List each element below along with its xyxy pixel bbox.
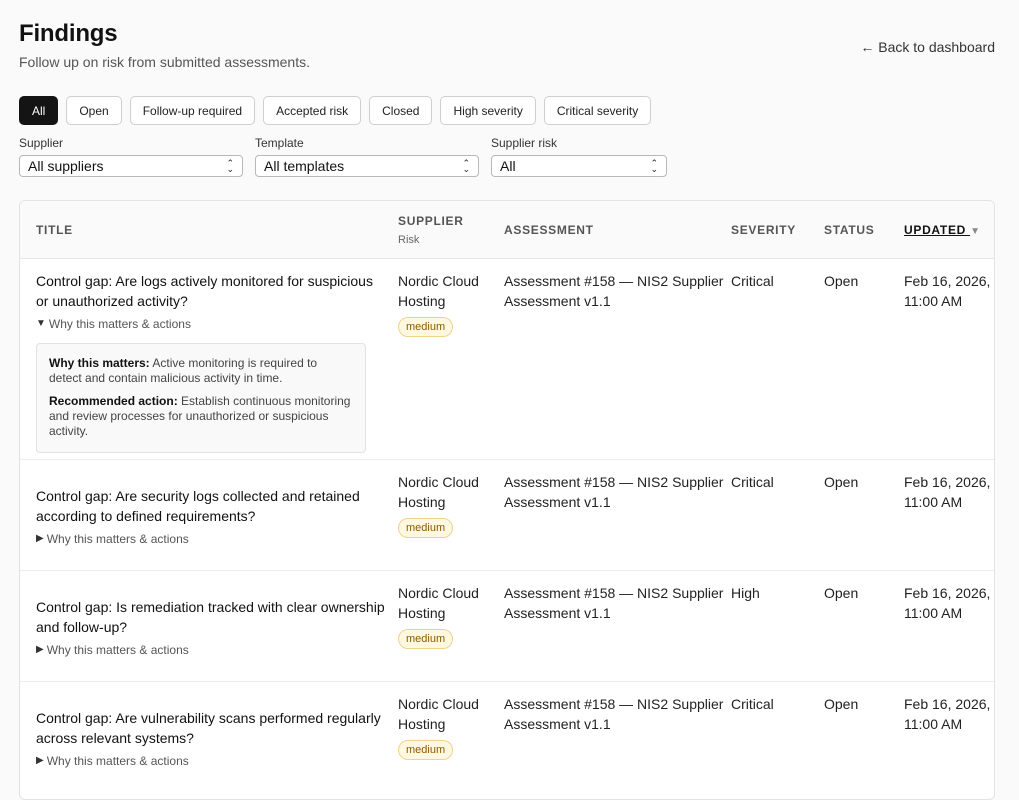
col-header-supplier: SUPPLIER Risk bbox=[398, 201, 504, 258]
why-matters-toggle-label: Why this matters & actions bbox=[46, 754, 189, 768]
severity-value: Critical bbox=[731, 474, 774, 490]
updated-value: Feb 16, 2026, 11:00 AM bbox=[904, 585, 991, 621]
select-arrows-icon: ⌃ ⌄ bbox=[226, 158, 234, 174]
assessment-link[interactable]: Assessment #158 — NIS2 Supplier Assessme… bbox=[504, 682, 731, 793]
status-value: Open bbox=[824, 273, 859, 289]
template-filter: Template All templates ⌃ ⌄ bbox=[255, 136, 479, 177]
table-row: Control gap: Are security logs collected… bbox=[20, 460, 994, 571]
col-header-updated[interactable]: UPDATED ▼ bbox=[904, 201, 994, 258]
filter-bar: Supplier All suppliers ⌃ ⌄ Template All t… bbox=[19, 136, 995, 177]
supplier-risk-filter-label: Supplier risk bbox=[491, 136, 558, 150]
back-to-dashboard-link[interactable]: ← Back to dashboard bbox=[860, 39, 995, 55]
triangle-down-icon: ▼ bbox=[36, 318, 46, 329]
why-matters-toggle-label: Why this matters & actions bbox=[46, 643, 189, 657]
risk-badge: medium bbox=[398, 518, 454, 538]
status-value: Open bbox=[824, 474, 859, 490]
chip-open[interactable]: Open bbox=[66, 96, 122, 125]
assessment-link[interactable]: Assessment #158 — NIS2 Supplier Assessme… bbox=[504, 259, 731, 459]
risk-badge: medium bbox=[398, 629, 454, 649]
page-subtitle: Follow up on risk from submitted assessm… bbox=[19, 54, 310, 70]
supplier-risk-select[interactable]: All ⌃ ⌄ bbox=[491, 155, 667, 177]
page-header: Findings Follow up on risk from submitte… bbox=[19, 0, 995, 96]
supplier-filter: Supplier All suppliers ⌃ ⌄ bbox=[19, 136, 243, 177]
supplier-name[interactable]: Nordic Cloud Hosting bbox=[398, 472, 504, 512]
chip-closed[interactable]: Closed bbox=[369, 96, 433, 125]
why-matters-toggle[interactable]: ▶ Why this matters & actions bbox=[36, 529, 189, 549]
select-arrows-icon: ⌃ ⌄ bbox=[462, 158, 470, 174]
chip-high-severity[interactable]: High severity bbox=[440, 96, 536, 125]
col-header-status: STATUS bbox=[824, 223, 875, 237]
template-select-value: All templates bbox=[264, 158, 345, 174]
triangle-right-icon: ▶ bbox=[36, 533, 44, 544]
select-arrows-icon: ⌃ ⌄ bbox=[650, 158, 658, 174]
supplier-name[interactable]: Nordic Cloud Hosting bbox=[398, 694, 504, 734]
chip-critical-severity[interactable]: Critical severity bbox=[543, 96, 652, 125]
status-value: Open bbox=[824, 696, 859, 712]
status-value: Open bbox=[824, 585, 859, 601]
col-header-updated-label: UPDATED bbox=[904, 223, 967, 237]
why-matters-label: Why this matters: bbox=[49, 356, 150, 370]
supplier-risk-select-value: All bbox=[500, 158, 516, 174]
supplier-select-value: All suppliers bbox=[28, 158, 104, 174]
why-matters-text: Why this matters: Active monitoring is r… bbox=[49, 356, 353, 386]
why-matters-toggle[interactable]: ▼ Why this matters & actions bbox=[36, 314, 191, 334]
finding-title[interactable]: Control gap: Are logs actively monitored… bbox=[36, 271, 398, 311]
finding-title[interactable]: Control gap: Are vulnerability scans per… bbox=[36, 708, 398, 748]
finding-title[interactable]: Control gap: Are security logs collected… bbox=[36, 486, 398, 526]
severity-value: Critical bbox=[731, 273, 774, 289]
chip-follow-up-required[interactable]: Follow-up required bbox=[129, 96, 256, 125]
updated-value: Feb 16, 2026, 11:00 AM bbox=[904, 273, 991, 309]
finding-details-panel: Why this matters: Active monitoring is r… bbox=[36, 343, 366, 453]
col-header-supplier-risk: Risk bbox=[398, 234, 420, 246]
findings-table: TITLE SUPPLIER Risk ASSESSMENT SEVERITY … bbox=[19, 200, 995, 800]
status-filter-chips: All Open Follow-up required Accepted ris… bbox=[19, 96, 995, 125]
recommended-action-text: Recommended action: Establish continuous… bbox=[49, 394, 353, 439]
template-filter-label: Template bbox=[255, 136, 304, 150]
assessment-link[interactable]: Assessment #158 — NIS2 Supplier Assessme… bbox=[504, 571, 731, 681]
recommended-action-label: Recommended action: bbox=[49, 394, 178, 408]
updated-value: Feb 16, 2026, 11:00 AM bbox=[904, 474, 991, 510]
supplier-name[interactable]: Nordic Cloud Hosting bbox=[398, 271, 504, 311]
table-row: Control gap: Are vulnerability scans per… bbox=[20, 682, 994, 793]
sort-desc-icon: ▼ bbox=[970, 226, 981, 237]
col-header-severity: SEVERITY bbox=[731, 223, 796, 237]
supplier-select[interactable]: All suppliers ⌃ ⌄ bbox=[19, 155, 243, 177]
supplier-filter-label: Supplier bbox=[19, 136, 64, 150]
supplier-risk-filter: Supplier risk All ⌃ ⌄ bbox=[491, 136, 667, 177]
severity-value: High bbox=[731, 585, 760, 601]
col-header-supplier-label: SUPPLIER bbox=[398, 214, 464, 228]
updated-value: Feb 16, 2026, 11:00 AM bbox=[904, 696, 991, 732]
triangle-right-icon: ▶ bbox=[36, 644, 44, 655]
page-title: Findings bbox=[19, 20, 118, 47]
col-header-title: TITLE bbox=[36, 223, 73, 237]
assessment-link[interactable]: Assessment #158 — NIS2 Supplier Assessme… bbox=[504, 460, 731, 570]
template-select[interactable]: All templates ⌃ ⌄ bbox=[255, 155, 479, 177]
severity-value: Critical bbox=[731, 696, 774, 712]
supplier-name[interactable]: Nordic Cloud Hosting bbox=[398, 583, 504, 623]
col-header-assessment: ASSESSMENT bbox=[504, 223, 594, 237]
table-row: Control gap: Is remediation tracked with… bbox=[20, 571, 994, 682]
risk-badge: medium bbox=[398, 317, 454, 337]
triangle-right-icon: ▶ bbox=[36, 755, 44, 766]
table-header: TITLE SUPPLIER Risk ASSESSMENT SEVERITY … bbox=[20, 201, 994, 259]
chip-accepted-risk[interactable]: Accepted risk bbox=[263, 96, 362, 125]
findings-page: Findings Follow up on risk from submitte… bbox=[0, 0, 1019, 800]
why-matters-toggle[interactable]: ▶ Why this matters & actions bbox=[36, 640, 189, 660]
why-matters-toggle-label: Why this matters & actions bbox=[48, 317, 191, 331]
why-matters-toggle-label: Why this matters & actions bbox=[46, 532, 189, 546]
chip-all[interactable]: All bbox=[19, 96, 59, 125]
why-matters-toggle[interactable]: ▶ Why this matters & actions bbox=[36, 751, 189, 771]
finding-title[interactable]: Control gap: Is remediation tracked with… bbox=[36, 597, 398, 637]
risk-badge: medium bbox=[398, 740, 454, 760]
table-row: Control gap: Are logs actively monitored… bbox=[20, 259, 994, 460]
